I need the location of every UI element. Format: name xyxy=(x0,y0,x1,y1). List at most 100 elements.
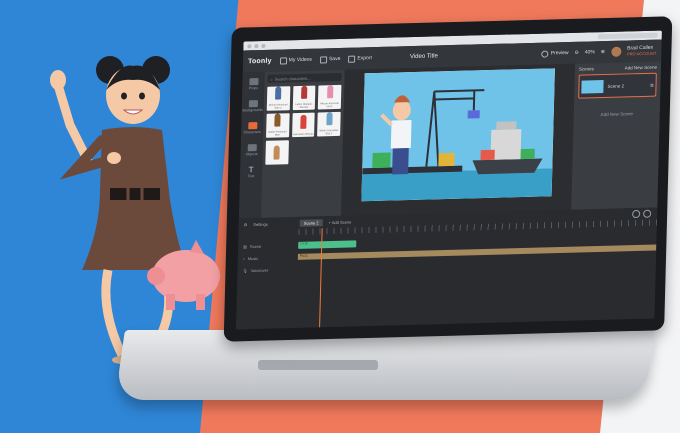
sidebar-item-label: Characters xyxy=(243,129,261,135)
timeline-zoom-controls xyxy=(632,209,652,219)
sidebar-item-props[interactable]: Props xyxy=(248,78,259,91)
scene-card[interactable]: Scene 2 ⧉ xyxy=(578,72,657,99)
app-logo: Toonly xyxy=(247,57,272,65)
my-videos-label: My Videos xyxy=(288,56,313,64)
character-library-panel: ⌕ Search characters... African American … xyxy=(260,69,345,218)
character-figure xyxy=(326,112,333,126)
app-window: Toonly My Videos Save Export Video Title… xyxy=(235,30,662,330)
music-icon: ♪ xyxy=(242,255,245,261)
character-thumbnail[interactable]: Latino Hispanic Woman xyxy=(292,85,316,111)
character-caption: Caucasian Woman xyxy=(292,132,314,137)
character-caption: Latino Hispanic Woman xyxy=(295,102,313,109)
sidebar-item-label: Props xyxy=(248,86,258,91)
timeline-row-label: 🎙 Voiceover xyxy=(237,266,297,273)
sidebar-item-label: Backgrounds xyxy=(242,107,264,113)
settings-icon[interactable]: ⚙ xyxy=(244,222,248,227)
zoom-out-icon[interactable] xyxy=(632,209,641,219)
backgrounds-icon xyxy=(248,100,258,108)
save-button[interactable]: Save xyxy=(319,55,341,63)
search-icon: ⌕ xyxy=(270,76,273,82)
row-label-text: Voiceover xyxy=(250,267,269,273)
sidebar-item-characters[interactable]: Characters xyxy=(244,122,261,134)
piggy-bank-illustration xyxy=(147,240,220,310)
preview-label: Preview xyxy=(550,49,569,57)
tab-scene-2[interactable]: Scene 2 xyxy=(299,218,323,227)
character-figure xyxy=(301,85,308,99)
row-label-text: Music xyxy=(247,255,259,261)
laptop-base xyxy=(115,330,655,400)
zoom-out-icon[interactable]: ⊖ xyxy=(575,50,579,56)
sidebar-item-objects[interactable]: Objects xyxy=(246,144,258,156)
character-figure xyxy=(274,113,281,127)
user-badge: PRO ACCOUNT xyxy=(626,50,657,56)
timeline-clip[interactable]: Dr.M xyxy=(298,240,357,249)
text-icon: T xyxy=(248,165,254,175)
character-caption: African American Girl 1 xyxy=(320,101,340,109)
zoom-in-icon[interactable] xyxy=(643,209,652,218)
character-thumbnail[interactable]: Caucasian Woman xyxy=(291,112,316,138)
scenes-panel: Scenes Add New Scene Scene 2 ⧉ Add New S… xyxy=(571,61,662,210)
sidebar-item-backgrounds[interactable]: Backgrounds xyxy=(242,100,264,113)
scene-thumbnail xyxy=(581,79,604,94)
grid-icon xyxy=(279,56,287,65)
character-thumbnail[interactable]: African American Girl 1 xyxy=(318,84,342,110)
window-dot-icon xyxy=(254,43,259,48)
character-caption: White Caucasian Boy 1 xyxy=(319,128,339,136)
add-scene-tab[interactable]: + Add Scene xyxy=(328,219,351,225)
harbor-scene-illustration xyxy=(362,89,543,175)
my-videos-button[interactable]: My Videos xyxy=(279,56,313,65)
sidebar-item-label: Text xyxy=(247,174,255,179)
save-label: Save xyxy=(328,55,341,63)
copy-icon[interactable]: ⧉ xyxy=(650,82,653,87)
toolbar-right-group: Preview ⊖ 40% ⊕ Brad Callen PRO ACCOUNT xyxy=(541,45,657,59)
character-figure xyxy=(275,86,282,100)
timeline-settings-label[interactable]: Settings xyxy=(253,221,268,226)
timeline-panel: ⚙ Settings Scene 2 + Add Scene ▤ Scene D… xyxy=(235,207,658,330)
character-thumbnail[interactable]: African American Man 1 xyxy=(266,86,291,111)
add-new-scene-button[interactable]: Add New Scene xyxy=(578,111,656,118)
preview-button[interactable]: Preview xyxy=(541,49,569,58)
props-icon xyxy=(248,78,259,86)
window-dot-icon xyxy=(261,43,266,48)
character-caption: African American Man 1 xyxy=(268,103,288,110)
scenes-header: Scenes Add New Scene xyxy=(579,65,657,72)
avatar[interactable] xyxy=(610,46,622,57)
user-info[interactable]: Brad Callen PRO ACCOUNT xyxy=(626,45,657,57)
character-thumbnail[interactable]: White Caucasian Boy 1 xyxy=(317,111,341,137)
eye-icon xyxy=(541,49,549,58)
workspace: Props Backgrounds Characters Objects T T… xyxy=(238,61,662,219)
canvas-area xyxy=(340,63,576,216)
timeline-row-label: ▤ Scene xyxy=(238,242,298,249)
browser-tab[interactable] xyxy=(597,32,658,40)
character-figure xyxy=(273,145,281,160)
export-button[interactable]: Export xyxy=(348,55,372,63)
character-thumbnail[interactable]: Native American Man xyxy=(266,113,290,138)
save-icon xyxy=(319,55,328,63)
window-dot-icon xyxy=(247,43,252,48)
timeline-row-label: ♪ Music xyxy=(238,254,298,261)
sidebar-item-text[interactable]: T Text xyxy=(246,165,255,179)
add-new-scene-link[interactable]: Add New Scene xyxy=(625,65,657,71)
microphone-icon: 🎙 xyxy=(242,267,248,273)
video-canvas[interactable] xyxy=(361,68,555,202)
character-search-input[interactable]: ⌕ Search characters... xyxy=(267,72,342,83)
video-title[interactable]: Video Title xyxy=(410,53,438,60)
zoom-in-icon[interactable]: ⊕ xyxy=(601,49,605,55)
woman-illustration xyxy=(50,56,190,364)
character-thumbnail[interactable] xyxy=(265,140,289,165)
objects-icon xyxy=(247,144,257,152)
laptop-screen-bezel: Toonly My Videos Save Export Video Title… xyxy=(223,16,673,342)
laptop-trackpad-lip xyxy=(258,360,378,370)
characters-icon xyxy=(247,122,257,130)
character-figure xyxy=(326,85,334,99)
character-grid: African American Man 1 Latino Hispanic W… xyxy=(265,84,342,165)
row-label-text: Scene xyxy=(249,243,262,249)
scenes-title: Scenes xyxy=(578,66,595,72)
scene-card-label: Scene 2 xyxy=(607,82,625,89)
character-figure xyxy=(300,114,307,129)
sidebar-item-label: Objects xyxy=(245,152,258,157)
search-placeholder: Search characters... xyxy=(274,75,311,82)
character-caption: Native American Man xyxy=(268,130,287,137)
export-icon xyxy=(348,55,356,63)
layer-icon: ▤ xyxy=(243,243,248,249)
